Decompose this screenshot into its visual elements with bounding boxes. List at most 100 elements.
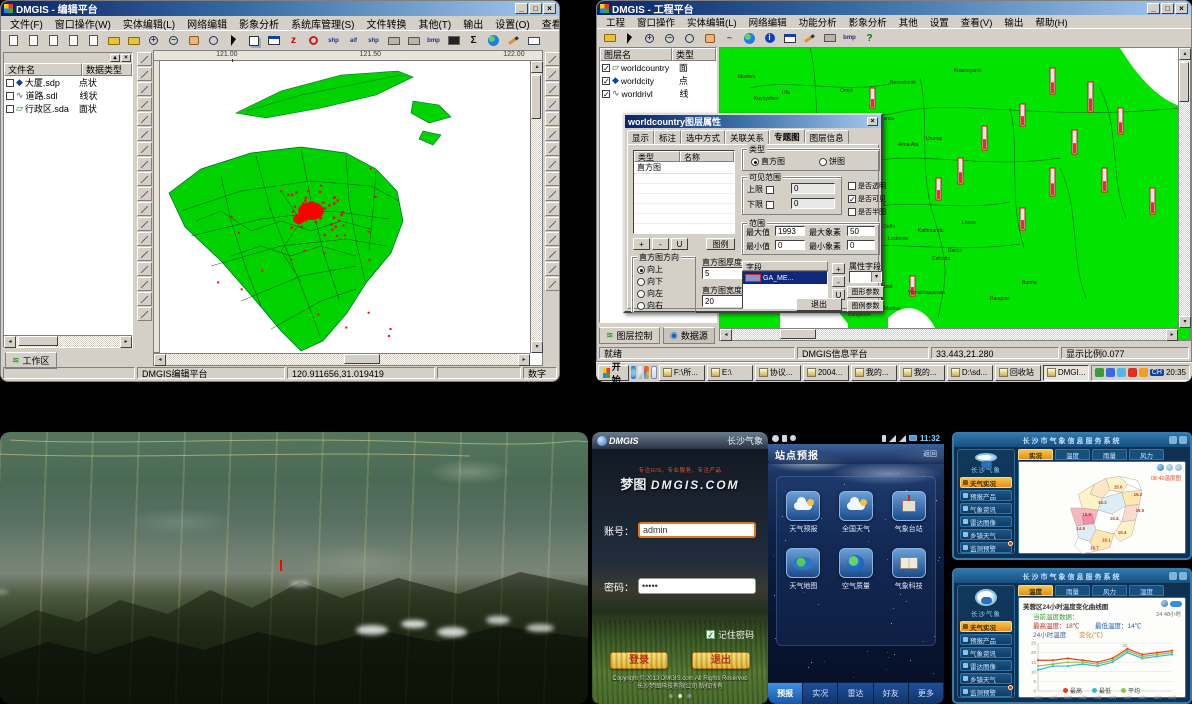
list-row[interactable]: 直方图 bbox=[634, 162, 734, 174]
bmp-export-icon[interactable]: bmp bbox=[424, 32, 443, 49]
tool-button[interactable] bbox=[137, 172, 152, 186]
open-folder-icon[interactable] bbox=[104, 32, 123, 49]
tool-button[interactable] bbox=[137, 67, 152, 81]
maximize-button[interactable]: □ bbox=[529, 3, 542, 14]
tool-button[interactable] bbox=[545, 97, 560, 111]
map-window-icon[interactable] bbox=[264, 32, 283, 49]
layer-row[interactable]: ▱worldcountry面 bbox=[600, 61, 716, 74]
app-tile[interactable]: 天气预报 bbox=[786, 491, 820, 534]
taskbar-button[interactable]: 2004... bbox=[803, 365, 849, 381]
menu-item[interactable]: 影象分析 bbox=[234, 16, 284, 31]
statistics-icon[interactable]: Σ bbox=[464, 32, 483, 49]
layer-control-tab[interactable]: ≋图层控制 bbox=[599, 327, 660, 344]
tool-button[interactable] bbox=[545, 217, 560, 231]
nav-tab[interactable]: 雷达 bbox=[838, 683, 873, 704]
sidebar-item[interactable]: 乡镇天气 bbox=[960, 673, 1012, 684]
upper-input[interactable] bbox=[791, 183, 835, 194]
help-icon[interactable]: ? bbox=[860, 30, 879, 47]
layer-properties-dialog[interactable]: worldcountry图层属性 × 显示 标注 选中方式 关联关系 专题图 图… bbox=[623, 113, 883, 313]
visible-checkbox[interactable]: 是否可见 bbox=[848, 194, 886, 204]
sidebar-item[interactable]: 监测预警 bbox=[960, 686, 1012, 697]
nav-tab[interactable]: 实况 bbox=[803, 683, 838, 704]
maxpx-input[interactable] bbox=[847, 226, 875, 236]
full-screen-icon[interactable] bbox=[444, 32, 463, 49]
minimize-button[interactable]: _ bbox=[515, 3, 528, 14]
file-checkbox[interactable] bbox=[6, 105, 14, 113]
open-folder-icon[interactable] bbox=[600, 30, 619, 47]
tray-display-icon[interactable] bbox=[1106, 368, 1115, 377]
shp-import-icon[interactable]: shp bbox=[364, 32, 383, 49]
app-tile[interactable]: 气象台站 bbox=[892, 491, 926, 534]
menu-item[interactable]: 输出 bbox=[458, 16, 488, 31]
ie-icon[interactable] bbox=[631, 366, 636, 379]
ime-indicator[interactable]: CH bbox=[1150, 369, 1164, 376]
sidebar-item[interactable]: 监测预警 bbox=[960, 542, 1012, 553]
target-icon[interactable] bbox=[304, 32, 323, 49]
add-button[interactable]: + bbox=[633, 238, 650, 250]
tool-button[interactable] bbox=[137, 187, 152, 201]
menu-item[interactable]: 帮助(H) bbox=[1030, 15, 1072, 29]
menu-item[interactable]: 窗口操作(W) bbox=[50, 16, 116, 31]
info-icon[interactable]: i bbox=[760, 30, 779, 47]
tray-qq-icon[interactable] bbox=[1139, 368, 1148, 377]
chevron-down-icon[interactable]: ▾ bbox=[871, 272, 881, 282]
sidebar-item[interactable]: 天气实况 bbox=[960, 621, 1012, 632]
tool-button[interactable] bbox=[545, 142, 560, 156]
tool-button[interactable] bbox=[137, 157, 152, 171]
login-button[interactable]: 登录 bbox=[610, 652, 668, 669]
dir-down-radio[interactable]: 向下 bbox=[637, 276, 663, 287]
sidebar-item[interactable]: 预报产品 bbox=[960, 634, 1012, 645]
district-map[interactable]: 15.616.215.216.015.816.414.915.416.115.7 bbox=[1019, 472, 1185, 556]
col-layername[interactable]: 图层名 bbox=[600, 48, 672, 61]
app-tile[interactable]: 空气质量 bbox=[839, 548, 873, 591]
mail-icon[interactable] bbox=[524, 32, 543, 49]
lower-checkbox[interactable] bbox=[766, 201, 774, 209]
half-checkbox[interactable]: 是否半图 bbox=[848, 207, 886, 217]
titlebar[interactable]: 长沙市气象信息服务系统 bbox=[954, 570, 1190, 583]
nav-tab[interactable]: 预报 bbox=[768, 683, 803, 704]
tool-button[interactable] bbox=[545, 157, 560, 171]
exit-button[interactable]: 退出 bbox=[692, 652, 750, 669]
tab-label[interactable]: 标注 bbox=[654, 130, 681, 144]
minimize-button[interactable]: _ bbox=[1147, 3, 1160, 14]
tool-button[interactable] bbox=[137, 52, 152, 66]
file-panel-hscroll[interactable]: ◂▸ bbox=[4, 335, 132, 347]
close-button[interactable] bbox=[1179, 572, 1187, 580]
panel-close-button[interactable]: × bbox=[121, 54, 131, 62]
menu-item[interactable]: 网络编辑 bbox=[182, 16, 232, 31]
menu-item[interactable]: 影象分析 bbox=[844, 15, 892, 29]
tab[interactable]: 雨量 bbox=[1092, 449, 1127, 460]
exit-button[interactable]: 退出 bbox=[796, 298, 842, 311]
app-tile[interactable]: 天气地图 bbox=[786, 548, 820, 591]
print-setup-icon[interactable] bbox=[404, 32, 423, 49]
tool-button[interactable] bbox=[545, 112, 560, 126]
legend-button[interactable]: 图例 bbox=[706, 238, 735, 250]
field-add-button[interactable]: + bbox=[832, 263, 845, 274]
file-checkbox[interactable] bbox=[6, 79, 14, 87]
tool-button[interactable] bbox=[545, 262, 560, 276]
tool-button[interactable] bbox=[137, 97, 152, 111]
tab[interactable]: 实况 bbox=[1018, 449, 1053, 460]
tool-button[interactable] bbox=[545, 82, 560, 96]
menu-item[interactable]: 网络编辑 bbox=[744, 15, 792, 29]
shape-params-button[interactable]: 图形参数 bbox=[847, 286, 884, 298]
taskbar-button[interactable]: E:\ bbox=[707, 365, 753, 381]
sidebar-item[interactable]: 气象资讯 bbox=[960, 503, 1012, 514]
select-cursor-icon[interactable] bbox=[620, 30, 639, 47]
sidebar-item[interactable]: 天气实况 bbox=[960, 477, 1012, 488]
map-window-icon[interactable] bbox=[780, 30, 799, 47]
map-content[interactable]: 08:40温度图 15.6 bbox=[1018, 461, 1186, 554]
thematic-type-list[interactable]: 类型名称 直方图 bbox=[633, 150, 735, 234]
menu-item[interactable]: 实体编辑(L) bbox=[682, 15, 742, 29]
app-tile[interactable]: 全国天气 bbox=[839, 491, 873, 534]
tool-button[interactable] bbox=[137, 247, 152, 261]
globe-icon[interactable] bbox=[740, 30, 759, 47]
upper-checkbox[interactable] bbox=[766, 186, 774, 194]
eagle-eye-icon[interactable]: ~ bbox=[720, 30, 739, 47]
refresh-icon[interactable] bbox=[1166, 464, 1173, 471]
layer-row[interactable]: ◆worldcity点 bbox=[600, 74, 716, 87]
locate-icon[interactable] bbox=[1157, 464, 1164, 471]
taskbar-clock[interactable]: 20:35 bbox=[1166, 368, 1186, 377]
select-cursor-icon[interactable] bbox=[224, 32, 243, 49]
terrain-3d-view[interactable] bbox=[0, 432, 588, 704]
